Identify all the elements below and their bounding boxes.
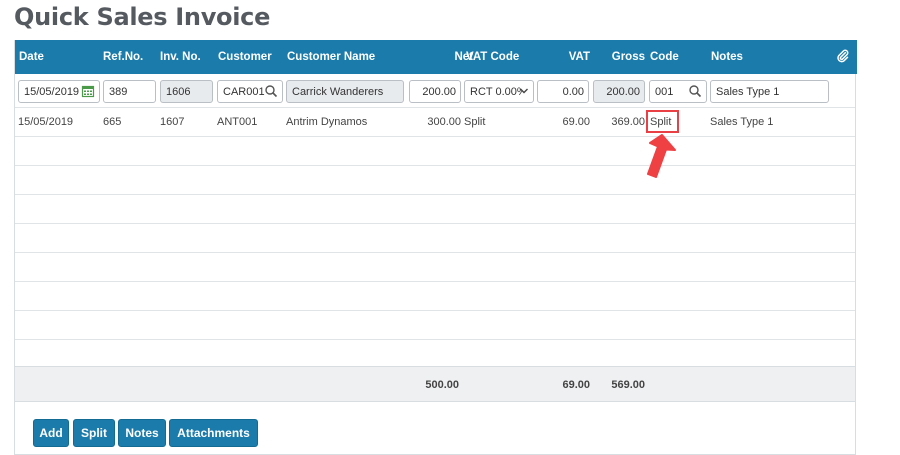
col-notes[interactable]: Notes: [711, 51, 743, 63]
row-inv: 1607: [160, 116, 185, 128]
empty-row[interactable]: [15, 282, 855, 311]
col-vat[interactable]: VAT: [545, 51, 590, 63]
empty-row[interactable]: [15, 166, 855, 195]
gross-field: 200.00: [593, 80, 645, 103]
vat-field[interactable]: 0.00: [537, 80, 589, 103]
empty-row[interactable]: [15, 137, 855, 166]
customer-field[interactable]: CAR001: [217, 80, 283, 103]
vat-code-value: RCT 0.00%: [470, 86, 522, 98]
entry-row: 15/05/2019 389 1606 CAR001 Carrick Wande…: [15, 74, 855, 108]
highlight-box: [646, 110, 679, 133]
notes-button[interactable]: Notes: [118, 419, 166, 447]
row-customer: ANT001: [217, 116, 258, 128]
row-notes: Sales Type 1: [710, 116, 774, 128]
col-code[interactable]: Code: [650, 51, 679, 63]
add-button[interactable]: Add: [33, 419, 69, 447]
empty-row[interactable]: [15, 224, 855, 253]
chevron-down-icon: [520, 88, 528, 94]
split-button[interactable]: Split: [73, 419, 115, 447]
col-ref[interactable]: Ref.No.: [103, 51, 143, 63]
row-vat-code: Split: [464, 116, 486, 128]
col-vat-code[interactable]: VAT Code: [466, 51, 519, 63]
notes-field[interactable]: Sales Type 1: [710, 80, 829, 103]
search-icon[interactable]: [688, 84, 702, 98]
row-vat: 69.00: [562, 116, 590, 128]
row-net: 300.00: [427, 116, 461, 128]
table-row[interactable]: 15/05/2019 665 1607 ANT001 Antrim Dynamo…: [15, 108, 855, 137]
invoice-grid: Date Ref.No. Inv. No. Customer Customer …: [14, 40, 857, 455]
row-date: 15/05/2019: [18, 116, 74, 128]
empty-row[interactable]: [15, 340, 855, 366]
row-customer-name: Antrim Dynamos: [286, 116, 368, 128]
total-net: 500.00: [425, 379, 459, 391]
code-value: 001: [655, 86, 674, 98]
attachments-button[interactable]: Attachments: [169, 419, 258, 447]
col-date[interactable]: Date: [19, 51, 44, 63]
ref-field[interactable]: 389: [103, 80, 156, 103]
page-title: Quick Sales Invoice: [14, 3, 271, 31]
inv-field: 1606: [160, 80, 213, 103]
vat-code-select[interactable]: RCT 0.00%: [464, 80, 534, 103]
calendar-icon[interactable]: [81, 84, 95, 98]
empty-row[interactable]: [15, 311, 855, 340]
grid-header: Date Ref.No. Inv. No. Customer Customer …: [15, 40, 857, 74]
col-customer-name[interactable]: Customer Name: [287, 51, 375, 63]
pointer-arrow-icon: [647, 134, 676, 178]
row-ref: 665: [103, 116, 122, 128]
customer-name-field: Carrick Wanderers: [286, 80, 404, 103]
search-icon[interactable]: [264, 84, 278, 98]
total-vat: 69.00: [562, 379, 590, 391]
empty-row[interactable]: [15, 253, 855, 282]
code-field[interactable]: 001: [649, 80, 707, 103]
customer-value: CAR001: [223, 86, 265, 98]
paperclip-icon[interactable]: [837, 49, 849, 66]
date-field[interactable]: 15/05/2019: [18, 80, 100, 103]
total-gross: 569.00: [611, 379, 645, 391]
col-gross[interactable]: Gross: [600, 51, 645, 63]
col-customer[interactable]: Customer: [218, 51, 272, 63]
col-inv[interactable]: Inv. No.: [160, 51, 201, 63]
empty-row[interactable]: [15, 195, 855, 224]
date-value: 15/05/2019: [24, 86, 80, 98]
net-field[interactable]: 200.00: [409, 80, 461, 103]
totals-row: 500.00 69.00 569.00: [15, 366, 855, 402]
row-gross: 369.00: [611, 116, 645, 128]
